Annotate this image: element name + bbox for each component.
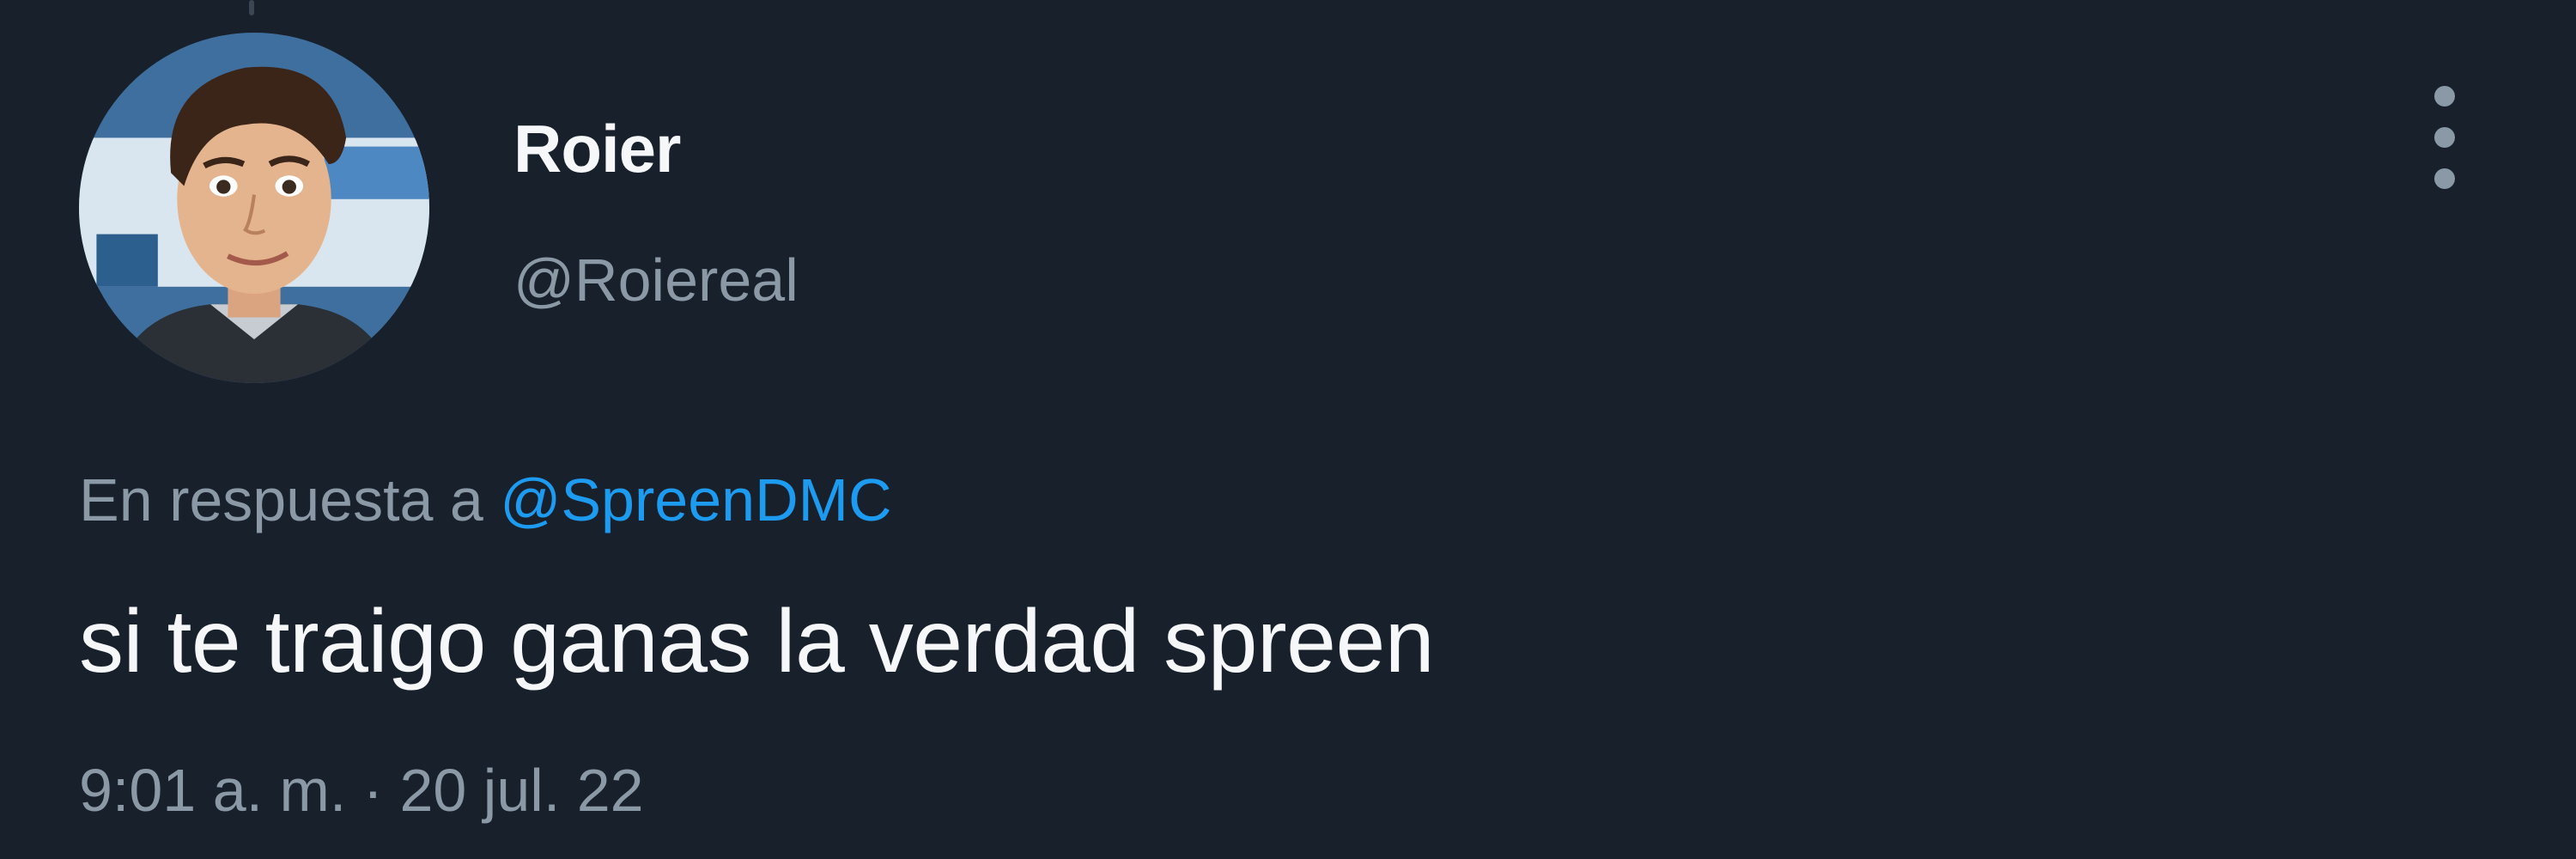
reply-context: En respuesta a @SpreenDMC <box>79 466 892 534</box>
more-options-button[interactable] <box>2417 86 2472 189</box>
tweet-timestamp[interactable]: 9:01 a. m. · 20 jul. 22 <box>79 756 644 825</box>
tweet-text: si te traigo ganas la verdad spreen <box>79 592 1435 691</box>
meta-separator: · <box>362 757 384 824</box>
author-display-name[interactable]: Roier <box>513 110 681 188</box>
thread-connector-line <box>249 0 254 15</box>
tweet-time: 9:01 a. m. <box>79 757 347 824</box>
reply-prefix: En respuesta a <box>79 466 483 533</box>
tweet-date: 20 jul. 22 <box>399 757 644 824</box>
avatar[interactable] <box>79 33 429 383</box>
more-vertical-icon-dot <box>2434 168 2455 189</box>
author-handle[interactable]: @Roiereal <box>513 246 799 314</box>
more-vertical-icon-dot <box>2434 127 2455 148</box>
reply-mention-link[interactable]: @SpreenDMC <box>500 466 891 533</box>
avatar-image <box>79 33 429 383</box>
more-vertical-icon <box>2434 86 2455 107</box>
